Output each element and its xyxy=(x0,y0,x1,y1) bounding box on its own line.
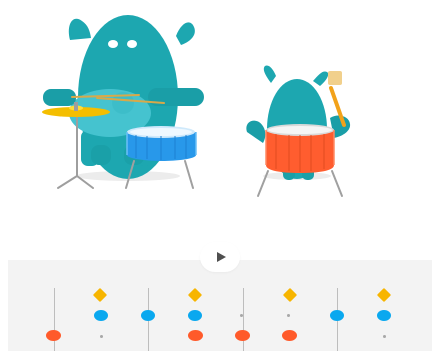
sequencer-step-orange[interactable] xyxy=(282,330,297,341)
step-divider xyxy=(243,288,244,351)
sequencer-step-empty[interactable] xyxy=(240,314,243,317)
sequencer-step-empty[interactable] xyxy=(383,335,386,338)
step-divider xyxy=(54,288,55,351)
sequencer-step-blue[interactable] xyxy=(377,310,391,321)
drumming-monsters-stage xyxy=(0,0,432,250)
play-icon xyxy=(217,252,226,262)
sequencer-step-orange[interactable] xyxy=(235,330,250,341)
sequencer-step-orange[interactable] xyxy=(46,330,61,341)
sequencer-step-orange[interactable] xyxy=(188,330,203,341)
play-button[interactable] xyxy=(200,242,240,272)
drum-sequencer-panel xyxy=(8,260,432,351)
sequencer-step-blue[interactable] xyxy=(141,310,155,321)
sequencer-step-blue[interactable] xyxy=(94,310,108,321)
sequencer-step-diamond[interactable] xyxy=(92,287,108,303)
music-app-canvas xyxy=(0,0,432,351)
sequencer-step-empty[interactable] xyxy=(100,335,103,338)
sequencer-step-blue[interactable] xyxy=(330,310,344,321)
orange-drum xyxy=(257,124,343,197)
sequencer-step-diamond[interactable] xyxy=(376,287,392,303)
sequencer-step-diamond[interactable] xyxy=(187,287,203,303)
sequencer-step-diamond[interactable] xyxy=(282,287,298,303)
sequencer-step-empty[interactable] xyxy=(287,314,290,317)
sequencer-step-blue[interactable] xyxy=(188,310,202,321)
